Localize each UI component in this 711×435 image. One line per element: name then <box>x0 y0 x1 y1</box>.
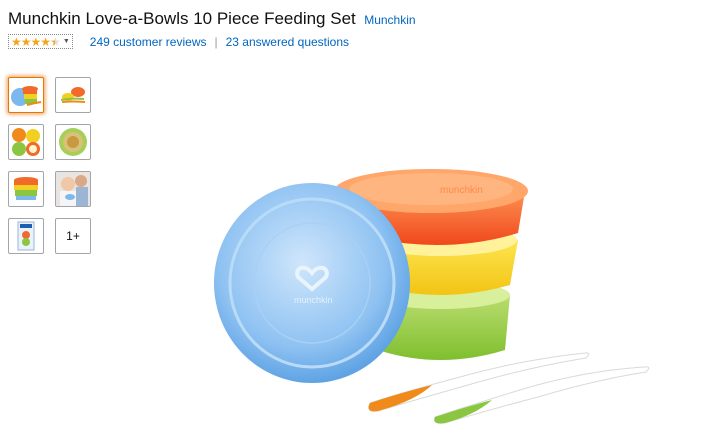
product-title: Munchkin Love-a-Bowls 10 Piece Feeding S… <box>8 9 356 28</box>
thumbnail-stacked-bowls[interactable] <box>8 171 44 207</box>
title-row: Munchkin Love-a-Bowls 10 Piece Feeding S… <box>8 9 416 29</box>
star-icon: ★ <box>20 34 32 49</box>
thumbnail-bowls-food[interactable] <box>8 124 44 160</box>
customer-reviews-link[interactable]: 249 customer reviews <box>90 35 207 49</box>
thumbnail-green-bowl[interactable] <box>55 124 91 160</box>
svg-text:munchkin: munchkin <box>440 185 483 196</box>
thumbnail-spoons[interactable] <box>55 77 91 113</box>
thumbnail-baby-photo[interactable] <box>55 171 91 207</box>
half-star-icon: ★ <box>50 34 61 49</box>
thumbnail-packaging[interactable] <box>8 218 44 254</box>
answered-questions-link[interactable]: 23 answered questions <box>226 35 349 49</box>
more-images-label: 1+ <box>66 229 80 243</box>
star-icon: ★ <box>11 34 22 49</box>
svg-text:munchkin: munchkin <box>294 295 333 305</box>
main-product-image[interactable]: munchkin munchkin <box>200 155 660 430</box>
thumbnail-bowls-stack[interactable] <box>8 77 44 113</box>
star-icon: ★ <box>30 34 42 49</box>
separator: | <box>214 34 218 49</box>
star-rating[interactable]: ★ ★ ★ ★ ★ ▼ <box>8 34 73 49</box>
star-icon: ★ <box>40 34 51 49</box>
chevron-down-icon: ▼ <box>62 38 70 45</box>
brand-link[interactable]: Munchkin <box>364 13 415 27</box>
rating-row: ★ ★ ★ ★ ★ ▼ 249 customer reviews | 23 an… <box>8 34 349 49</box>
thumbnail-more[interactable]: 1+ <box>55 218 91 254</box>
